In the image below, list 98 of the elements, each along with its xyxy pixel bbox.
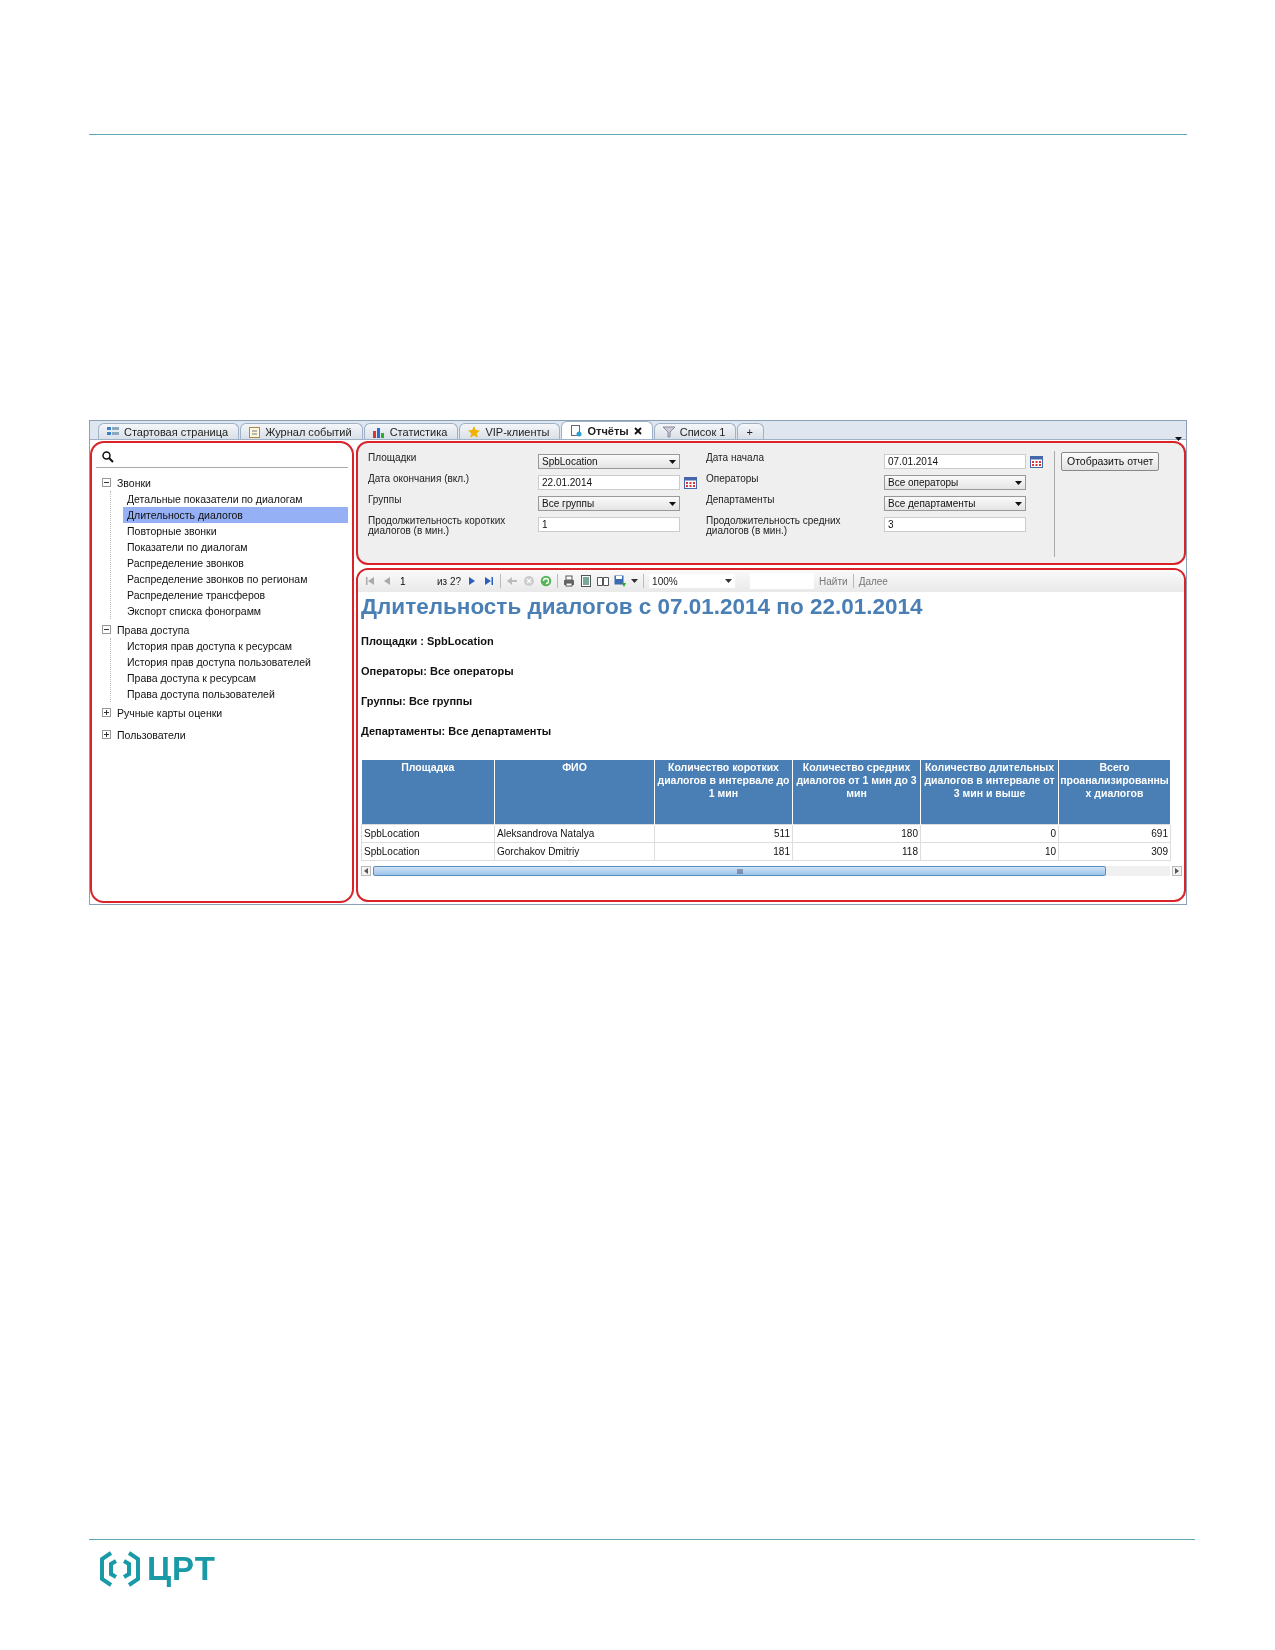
bar-chart-icon	[372, 425, 385, 438]
star-icon	[468, 425, 481, 438]
report-parameter: Группы: Все группы	[361, 694, 474, 708]
column-header: Количество средних диалогов от 1 мин до 3 мин	[792, 760, 921, 825]
tree-item[interactable]: Повторные звонки	[123, 523, 348, 539]
report-parameter: Операторы: Все операторы	[361, 664, 515, 678]
table-cell: 691	[1058, 824, 1171, 843]
table-cell: Aleksandrova Natalya	[494, 824, 655, 843]
scroll-left-icon[interactable]	[361, 866, 371, 876]
table-cell: 10	[920, 842, 1059, 861]
save-icon[interactable]	[614, 575, 627, 587]
collapse-icon[interactable]	[102, 625, 111, 634]
column-header: Площадка	[361, 760, 495, 825]
field-label: Департаменты	[706, 493, 776, 507]
calendar-icon[interactable]	[1030, 455, 1043, 468]
tab[interactable]: Список 1	[653, 423, 737, 439]
collapse-icon[interactable]	[102, 478, 111, 487]
tree-item[interactable]: Права доступа к ресурсам	[123, 670, 348, 686]
report-title: Длительность диалогов с 07.01.2014 по 22.01.2014	[361, 594, 924, 620]
table-cell: Gorchakov Dmitriy	[494, 842, 655, 861]
input-field[interactable]: 1	[538, 517, 680, 532]
tab[interactable]: Отчёты	[561, 421, 653, 439]
next-link[interactable]: Далее	[858, 575, 888, 587]
table-cell: 181	[654, 842, 793, 861]
field-label: Операторы	[706, 472, 760, 486]
logo-text: ЦРТ	[147, 1550, 216, 1588]
page-field[interactable]: 1	[398, 574, 432, 588]
tree-item[interactable]: Распределение трансферов	[123, 587, 348, 603]
column-header: Количество длительных диалогов в интервале от 3 мин и выше	[920, 760, 1059, 825]
document-icon	[570, 424, 583, 437]
tree-group[interactable]: Звонки	[117, 476, 151, 489]
tree-item[interactable]: Распределение звонков по регионам	[123, 571, 348, 587]
tree-group[interactable]: Ручные карты оценки	[117, 706, 223, 719]
tab[interactable]: Стартовая страница	[98, 423, 240, 439]
tab[interactable]: +	[737, 423, 764, 439]
tree-item[interactable]: Экспорт списка фонограмм	[123, 603, 348, 619]
page-count: из 2?	[437, 575, 462, 587]
find-link[interactable]: Найти	[819, 575, 848, 587]
dropdown[interactable]: Все департаменты	[884, 496, 1026, 511]
tree-item[interactable]: Длительность диалогов	[123, 507, 348, 523]
book-icon[interactable]	[597, 575, 610, 587]
tree-item[interactable]: Распределение звонков	[123, 555, 348, 571]
expand-icon[interactable]	[102, 730, 111, 739]
report-parameter: Площадки : SpbLocation	[361, 634, 495, 648]
dropdown[interactable]: Все операторы	[884, 475, 1026, 490]
zoom-dropdown[interactable]: 100%	[649, 574, 736, 588]
last-page-icon[interactable]	[483, 575, 496, 587]
column-header: ФИО	[494, 760, 655, 825]
field-label: Дата начала	[706, 451, 765, 465]
column-header: Количество коротких диалогов в интервале до 1 мин	[654, 760, 793, 825]
column-header: Всего проанализированных диалогов	[1058, 760, 1171, 825]
calendar-icon[interactable]	[684, 476, 697, 489]
table-cell: SpbLocation	[361, 842, 495, 861]
tree-item[interactable]: Показатели по диалогам	[123, 539, 348, 555]
table-cell: 0	[920, 824, 1059, 843]
input-field[interactable]: 3	[884, 517, 1026, 532]
tab[interactable]: Журнал событий	[240, 423, 363, 439]
close-icon[interactable]	[633, 426, 642, 435]
caret-icon	[669, 459, 676, 464]
report-parameter: Департаменты: Все департаменты	[361, 724, 553, 738]
dropdown[interactable]: SpbLocation	[538, 454, 680, 469]
tree-item[interactable]: Права доступа пользователей	[123, 686, 348, 702]
table-cell: 180	[792, 824, 921, 843]
logo-icon	[99, 1551, 141, 1587]
scrollbar-thumb[interactable]	[373, 866, 1107, 876]
tree-item[interactable]: Детальные показатели по диалогам	[123, 491, 348, 507]
refresh-icon[interactable]	[540, 575, 553, 587]
table-cell: 118	[792, 842, 921, 861]
expand-icon[interactable]	[102, 708, 111, 717]
grid-icon	[107, 425, 119, 438]
print-icon[interactable]	[563, 575, 576, 587]
field-label: Продолжительность средних диалогов (в мин.)	[706, 514, 842, 535]
tree-group[interactable]: Пользователи	[117, 728, 186, 741]
tab[interactable]: VIP-клиенты	[459, 423, 561, 439]
field-label: Площадки	[368, 451, 418, 465]
search-icon	[102, 451, 114, 463]
tree-group[interactable]: Права доступа	[117, 623, 190, 636]
caret-icon	[1015, 480, 1022, 485]
field-label: Продолжительность коротких диалогов (в мин.)	[368, 514, 507, 535]
field-label: Дата окончания (вкл.)	[368, 472, 471, 486]
tree-item[interactable]: История прав доступа пользователей	[123, 654, 348, 670]
scroll-right-icon[interactable]	[1172, 866, 1182, 876]
show-report-button[interactable]: Отобразить отчет	[1061, 451, 1160, 471]
caret-icon	[669, 501, 676, 506]
tab[interactable]: Статистика	[363, 423, 459, 439]
table-cell: SpbLocation	[361, 824, 495, 843]
dropdown[interactable]: Все группы	[538, 496, 680, 511]
caret-icon	[1015, 501, 1022, 506]
caret-icon	[631, 579, 639, 583]
field-label: Группы	[368, 493, 403, 507]
tree-item[interactable]: История прав доступа к ресурсам	[123, 638, 348, 654]
date-field[interactable]: 07.01.2014	[884, 454, 1026, 469]
clipboard-icon	[249, 425, 261, 438]
table-cell: 309	[1058, 842, 1171, 861]
table-cell: 511	[654, 824, 793, 843]
page-layout-icon[interactable]	[580, 575, 593, 587]
date-field[interactable]: 22.01.2014	[538, 475, 680, 490]
caret-icon	[725, 579, 733, 583]
